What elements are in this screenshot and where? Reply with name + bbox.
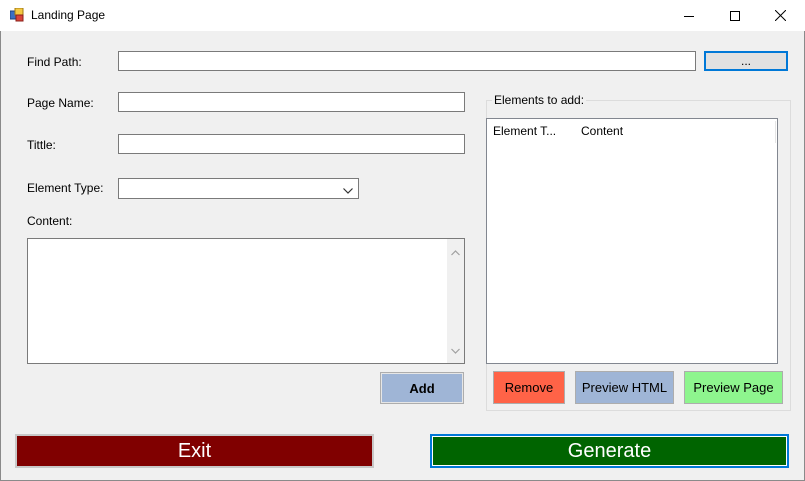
column-separator[interactable] <box>775 121 776 143</box>
remove-button-label: Remove <box>504 380 554 395</box>
page-name-label: Page Name: <box>27 96 94 110</box>
preview-page-button[interactable]: Preview Page <box>684 371 783 404</box>
browse-button[interactable]: ... <box>704 51 788 71</box>
title-label: Tittle: <box>27 138 56 152</box>
browse-button-label: ... <box>740 54 751 68</box>
scroll-up-icon[interactable] <box>451 245 460 259</box>
preview-page-button-label: Preview Page <box>693 380 774 395</box>
add-button-label: Add <box>409 380 435 396</box>
maximize-button[interactable] <box>712 0 758 31</box>
preview-html-button-label: Preview HTML <box>581 380 668 395</box>
exit-button[interactable]: Exit <box>15 434 374 468</box>
generate-button[interactable]: Generate <box>430 434 789 468</box>
page-name-input[interactable] <box>118 92 465 112</box>
column-header-content[interactable]: Content <box>575 119 775 143</box>
element-type-label: Element Type: <box>27 181 104 195</box>
scroll-down-icon[interactable] <box>451 343 460 357</box>
maximize-icon <box>730 10 740 21</box>
close-button[interactable] <box>757 0 803 31</box>
elements-listview[interactable]: Element T... Content <box>486 118 778 364</box>
elements-group-title: Elements to add: <box>492 93 587 107</box>
add-button[interactable]: Add <box>380 372 464 404</box>
content-label: Content: <box>27 214 73 228</box>
chevron-down-icon <box>343 184 353 198</box>
column-header-content-label: Content <box>581 124 624 138</box>
title-input[interactable] <box>118 134 465 154</box>
app-icon <box>9 7 24 22</box>
column-header-element-type-label: Element T... <box>493 124 557 138</box>
exit-button-label: Exit <box>177 439 212 462</box>
close-icon <box>774 10 786 21</box>
find-path-label: Find Path: <box>27 55 82 69</box>
generate-button-label: Generate <box>567 439 652 462</box>
remove-button[interactable]: Remove <box>493 371 565 404</box>
content-scrollbar[interactable] <box>447 239 464 363</box>
preview-html-button[interactable]: Preview HTML <box>575 371 674 404</box>
content-textarea[interactable] <box>27 238 465 364</box>
title-bar: Landing Page <box>0 0 805 31</box>
column-header-element-type[interactable]: Element T... <box>487 119 575 143</box>
minimize-button[interactable] <box>666 0 712 31</box>
element-type-select[interactable] <box>118 178 359 199</box>
minimize-icon <box>684 15 694 17</box>
find-path-input[interactable] <box>118 51 696 71</box>
window-title: Landing Page <box>31 8 106 22</box>
